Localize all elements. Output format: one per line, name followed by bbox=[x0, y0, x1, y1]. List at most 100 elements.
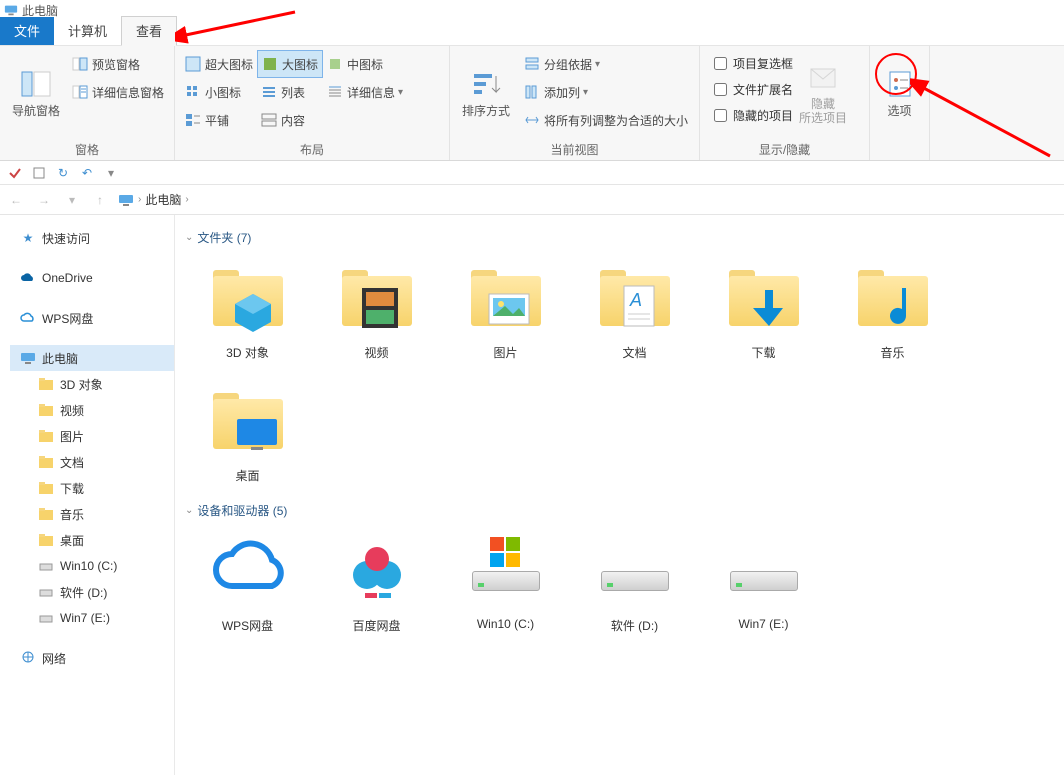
folder-icon bbox=[38, 428, 54, 444]
hideselected-icon bbox=[807, 61, 839, 93]
folder-3d-icon bbox=[208, 258, 288, 338]
extensions-toggle[interactable]: 文件扩展名 bbox=[706, 76, 797, 102]
layout-xlarge-button[interactable]: 超大图标 bbox=[181, 50, 257, 78]
qat-new-icon[interactable] bbox=[30, 164, 48, 182]
folder-item-videos[interactable]: 视频 bbox=[314, 258, 439, 361]
addcols-icon bbox=[524, 84, 540, 100]
drive-item-wps[interactable]: WPS网盘 bbox=[185, 531, 310, 634]
preview-pane-button[interactable]: 预览窗格 bbox=[68, 50, 168, 78]
network-icon bbox=[20, 650, 36, 666]
layout-medium-button[interactable]: 中图标 bbox=[323, 50, 407, 78]
qat-dropdown-icon[interactable]: ▾ bbox=[102, 164, 120, 182]
sidebar-item-network[interactable]: 网络 bbox=[10, 645, 174, 671]
layout-list-button[interactable]: 列表 bbox=[257, 78, 323, 106]
nav-up-button[interactable]: ↑ bbox=[90, 190, 110, 210]
layout-tiles-button[interactable]: 平铺 bbox=[181, 106, 257, 134]
drives-grid: WPS网盘 百度网盘 Win10 (C:) 软件 (D:) Win7 (E:) bbox=[183, 525, 1064, 648]
preview-pane-icon bbox=[72, 56, 88, 72]
sidebar-item-videos[interactable]: 视频 bbox=[10, 397, 174, 423]
sidebar-item-desktop[interactable]: 桌面 bbox=[10, 527, 174, 553]
hiddenitems-toggle[interactable]: 隐藏的项目 bbox=[706, 102, 797, 128]
chevron-down-icon: ▾ bbox=[583, 87, 588, 98]
star-icon: ★ bbox=[20, 230, 36, 246]
sidebar-item-drive-e[interactable]: Win7 (E:) bbox=[10, 605, 174, 631]
checkboxes-toggle[interactable]: 项目复选框 bbox=[706, 50, 797, 76]
folder-icon bbox=[38, 454, 54, 470]
section-folders-header[interactable]: ⌄文件夹 (7) bbox=[185, 229, 1064, 246]
layout-content-button[interactable]: 内容 bbox=[257, 106, 323, 134]
folder-icon bbox=[38, 402, 54, 418]
folder-item-desktop[interactable]: 桌面 bbox=[185, 381, 310, 484]
tab-view[interactable]: 查看 bbox=[121, 16, 177, 46]
chevron-down-icon: ⌄ bbox=[185, 232, 193, 243]
drive-item-c[interactable]: Win10 (C:) bbox=[443, 531, 568, 634]
nav-recent-button[interactable]: ▾ bbox=[62, 190, 82, 210]
thispc-icon bbox=[4, 3, 18, 17]
options-button[interactable]: 选项 bbox=[876, 50, 923, 136]
drive-item-baidu[interactable]: 百度网盘 bbox=[314, 531, 439, 634]
drive-item-e[interactable]: Win7 (E:) bbox=[701, 531, 826, 634]
details-icon bbox=[327, 84, 343, 100]
folder-item-music[interactable]: 音乐 bbox=[830, 258, 955, 361]
details-pane-button[interactable]: 详细信息窗格 bbox=[68, 78, 168, 106]
sidebar-item-drive-c[interactable]: Win10 (C:) bbox=[10, 553, 174, 579]
content-pane: ⌄文件夹 (7) 3D 对象 视频 图片 A 文档 下载 bbox=[175, 215, 1064, 775]
folder-item-downloads[interactable]: 下载 bbox=[701, 258, 826, 361]
section-drives-header[interactable]: ⌄设备和驱动器 (5) bbox=[185, 502, 1064, 519]
sidebar-item-documents[interactable]: 文档 bbox=[10, 449, 174, 475]
sidebar-item-thispc[interactable]: 此电脑 bbox=[10, 345, 174, 371]
sidebar-item-3dobjects[interactable]: 3D 对象 bbox=[10, 371, 174, 397]
xlarge-icon bbox=[185, 56, 201, 72]
layout-small-button[interactable]: 小图标 bbox=[181, 78, 257, 106]
wps-cloud-icon bbox=[208, 531, 288, 611]
ribbon: 导航窗格 预览窗格 详细信息窗格 窗格 超大图标 小图标 平铺 bbox=[0, 46, 1064, 161]
sidebar-item-music[interactable]: 音乐 bbox=[10, 501, 174, 527]
tab-file[interactable]: 文件 bbox=[0, 17, 54, 45]
sizecols-button[interactable]: 将所有列调整为合适的大小 bbox=[520, 106, 692, 134]
cloud-icon bbox=[20, 310, 36, 326]
chevron-down-icon: ▾ bbox=[398, 87, 403, 98]
chevron-right-icon: › bbox=[138, 194, 141, 205]
nav-forward-button[interactable]: → bbox=[34, 190, 54, 210]
folder-icon bbox=[38, 506, 54, 522]
sidebar-item-quickaccess[interactable]: ★快速访问 bbox=[10, 225, 174, 251]
navigation-pane-button[interactable]: 导航窗格 bbox=[6, 50, 66, 136]
breadcrumb[interactable]: › 此电脑 › bbox=[118, 191, 189, 208]
sortby-button[interactable]: 排序方式 bbox=[456, 50, 516, 136]
qat-refresh-icon[interactable]: ↻ bbox=[54, 164, 72, 182]
folder-item-pictures[interactable]: 图片 bbox=[443, 258, 568, 361]
folder-item-3dobjects[interactable]: 3D 对象 bbox=[185, 258, 310, 361]
sidebar-item-downloads[interactable]: 下载 bbox=[10, 475, 174, 501]
sidebar-item-wps[interactable]: WPS网盘 bbox=[10, 305, 174, 331]
addcols-button[interactable]: 添加列▾ bbox=[520, 78, 692, 106]
ribbon-group-layout: 超大图标 小图标 平铺 大图标 列表 内容 中图标 详细信息▾ x 布局 bbox=[175, 46, 450, 160]
hideselected-button[interactable]: 隐藏 所选项目 bbox=[797, 50, 849, 136]
group-label-layout: 布局 bbox=[181, 139, 443, 158]
annotation-arrow-options bbox=[910, 76, 1060, 166]
folder-music-icon bbox=[853, 258, 933, 338]
folder-icon bbox=[38, 376, 54, 392]
drive-item-d[interactable]: 软件 (D:) bbox=[572, 531, 697, 634]
baidu-cloud-icon bbox=[337, 531, 417, 611]
qat-undo-icon[interactable]: ↶ bbox=[78, 164, 96, 182]
ribbon-group-options: 选项 bbox=[870, 46, 930, 160]
layout-large-button[interactable]: 大图标 bbox=[257, 50, 323, 78]
large-icon bbox=[262, 56, 278, 72]
drive-e-icon bbox=[724, 531, 804, 611]
sidebar-item-pictures[interactable]: 图片 bbox=[10, 423, 174, 449]
medium-icon bbox=[327, 56, 343, 72]
chevron-right-icon: › bbox=[185, 194, 188, 205]
folder-item-documents[interactable]: A 文档 bbox=[572, 258, 697, 361]
qat-check-icon[interactable] bbox=[6, 164, 24, 182]
tiles-icon bbox=[185, 112, 201, 128]
sidebar-item-drive-d[interactable]: 软件 (D:) bbox=[10, 579, 174, 605]
tab-computer[interactable]: 计算机 bbox=[54, 17, 121, 45]
nav-back-button[interactable]: ← bbox=[6, 190, 26, 210]
chevron-down-icon: ▾ bbox=[595, 59, 600, 70]
chevron-down-icon: ⌄ bbox=[185, 505, 193, 516]
sidebar-item-onedrive[interactable]: OneDrive bbox=[10, 265, 174, 291]
groupby-button[interactable]: 分组依据▾ bbox=[520, 50, 692, 78]
list-icon bbox=[261, 84, 277, 100]
breadcrumb-thispc[interactable]: 此电脑 bbox=[145, 191, 181, 208]
layout-details-button[interactable]: 详细信息▾ bbox=[323, 78, 407, 106]
